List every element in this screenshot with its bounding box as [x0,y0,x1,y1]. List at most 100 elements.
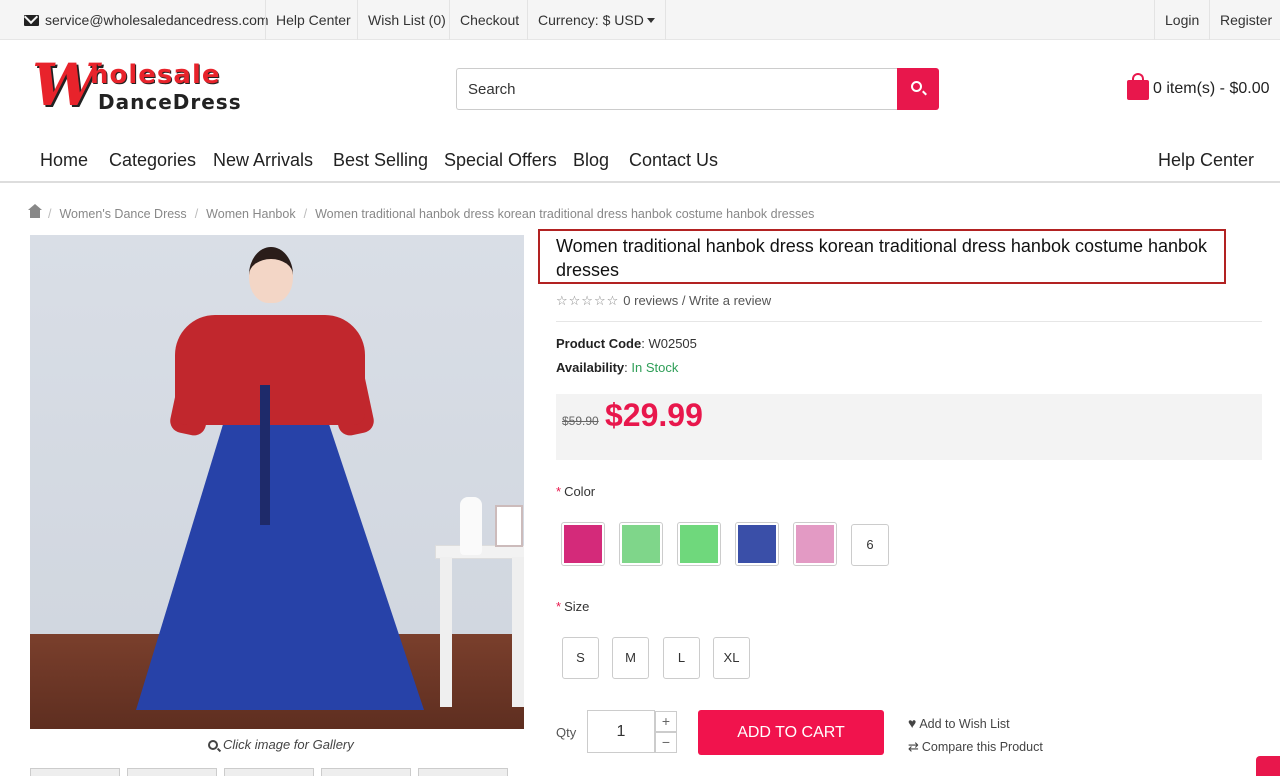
product-code-value: W02505 [648,336,697,351]
magnifier-icon [208,740,218,750]
search-icon [911,81,922,92]
logo-word-bottom: DanceDress [98,90,242,114]
breadcrumb-level-2[interactable]: Women Hanbok [206,207,295,221]
login-link[interactable]: Login [1154,0,1209,40]
help-center-link[interactable]: Help Center [265,0,361,40]
nav-contact-us[interactable]: Contact Us [629,150,718,171]
size-label: * Size [556,599,589,614]
size-option-xl[interactable]: XL [713,637,750,679]
size-option-m[interactable]: M [612,637,649,679]
logo-word-top: holesale [90,60,221,90]
availability-label: Availability [556,360,625,375]
checkout-link[interactable]: Checkout [449,0,529,40]
currency-label: Currency: $ USD [538,12,644,28]
compare-arrows-icon: ⇄ [908,739,919,754]
top-bar: service@wholesaledancedress.com Help Cen… [0,0,1280,40]
main-nav: Home Categories New Arrivals Best Sellin… [0,140,1280,183]
currency-dropdown[interactable]: Currency: $ USD [527,0,666,40]
quantity-input[interactable] [587,710,655,753]
logo-letter: W [32,51,98,119]
gallery-thumbnail[interactable] [224,768,314,776]
nav-categories[interactable]: Categories [109,150,196,171]
compare-link[interactable]: ⇄ Compare this Product [908,739,1043,755]
site-logo[interactable]: W holesale DanceDress [32,56,258,116]
color-label-text: Color [564,484,596,499]
nav-new-arrivals[interactable]: New Arrivals [213,150,313,171]
gallery-thumbnail[interactable] [418,768,508,776]
model-head [249,247,293,303]
qty-decrease-button[interactable]: − [655,732,677,753]
nav-blog[interactable]: Blog [573,150,609,171]
gallery-caption[interactable]: Click image for Gallery [208,737,354,752]
color-swatch[interactable] [619,522,663,566]
availability: Availability: In Stock [556,360,679,375]
cart-text: 0 item(s) - $0.00 [1153,80,1270,97]
star-rating-icon: ☆☆☆☆☆ [556,293,620,308]
size-option-s[interactable]: S [562,637,599,679]
nav-best-selling[interactable]: Best Selling [333,150,428,171]
product-title: Women traditional hanbok dress korean tr… [556,236,1208,280]
hanbok-jacket [175,315,365,425]
email-link[interactable]: service@wholesaledancedress.com [14,0,279,40]
swatch-fill [796,525,834,563]
write-review-link[interactable]: Write a review [689,293,771,308]
swatch-fill [622,525,660,563]
reviews-link[interactable]: 0 reviews [623,293,678,308]
color-swatch[interactable] [677,522,721,566]
email-text: service@wholesaledancedress.com [45,12,269,28]
nav-help-center[interactable]: Help Center [1158,150,1254,171]
nav-home[interactable]: Home [40,150,88,171]
color-swatch[interactable] [793,522,837,566]
product-code: Product Code: W02505 [556,336,697,351]
color-swatch[interactable] [735,522,779,566]
sale-price: $29.99 [605,397,703,433]
envelope-icon [24,15,39,26]
chat-widget-corner[interactable] [1256,756,1280,776]
required-marker: * [556,484,562,499]
compare-text: Compare this Product [921,740,1043,754]
old-price: $59.90 [562,414,599,428]
availability-value: In Stock [631,360,679,375]
shopping-bag-icon [1127,73,1149,100]
color-label: * Color [556,484,595,499]
qty-increase-button[interactable]: + [655,711,677,732]
search-input[interactable] [456,68,898,110]
rating-row: ☆☆☆☆☆ 0 reviews / Write a review [556,293,772,308]
gallery-thumbnail[interactable] [30,768,120,776]
vase [460,497,482,555]
add-to-wishlist-link[interactable]: ♥ Add to Wish List [908,715,1010,731]
breadcrumb-level-1[interactable]: Women's Dance Dress [59,207,186,221]
breadcrumb-current: Women traditional hanbok dress korean tr… [315,207,815,221]
divider [556,321,1262,322]
home-icon[interactable] [28,204,42,218]
swatch-fill [680,525,718,563]
register-link[interactable]: Register [1209,0,1280,40]
caret-down-icon [646,18,655,23]
add-to-wishlist-text: Add to Wish List [919,717,1010,731]
breadcrumb: / Women's Dance Dress / Women Hanbok / Women … [28,204,815,221]
nav-special-offers[interactable]: Special Offers [444,150,557,171]
swatch-fill [738,525,776,563]
product-code-label: Product Code [556,336,642,351]
size-label-text: Size [564,599,590,614]
price-box: $59.90 $29.99 [556,394,1262,460]
photo-frame [495,505,523,547]
hanbok-ribbon [260,385,270,525]
gallery-caption-text: Click image for Gallery [223,737,354,752]
wish-list-link[interactable]: Wish List (0) [357,0,456,40]
swatch-fill [564,525,602,563]
search-button[interactable] [897,68,939,110]
hanbok-skirt [136,385,424,710]
qty-label: Qty [556,725,577,740]
gallery-thumbnail[interactable] [127,768,217,776]
add-to-cart-button[interactable]: ADD TO CART [698,710,884,755]
table-leg [512,557,524,707]
size-option-l[interactable]: L [663,637,700,679]
product-main-image[interactable] [30,235,524,729]
table-leg [440,557,452,707]
color-option-6[interactable]: 6 [851,524,889,566]
required-marker: * [556,599,562,614]
color-swatch[interactable] [561,522,605,566]
gallery-thumbnail[interactable] [321,768,411,776]
heart-icon: ♥ [908,715,917,731]
